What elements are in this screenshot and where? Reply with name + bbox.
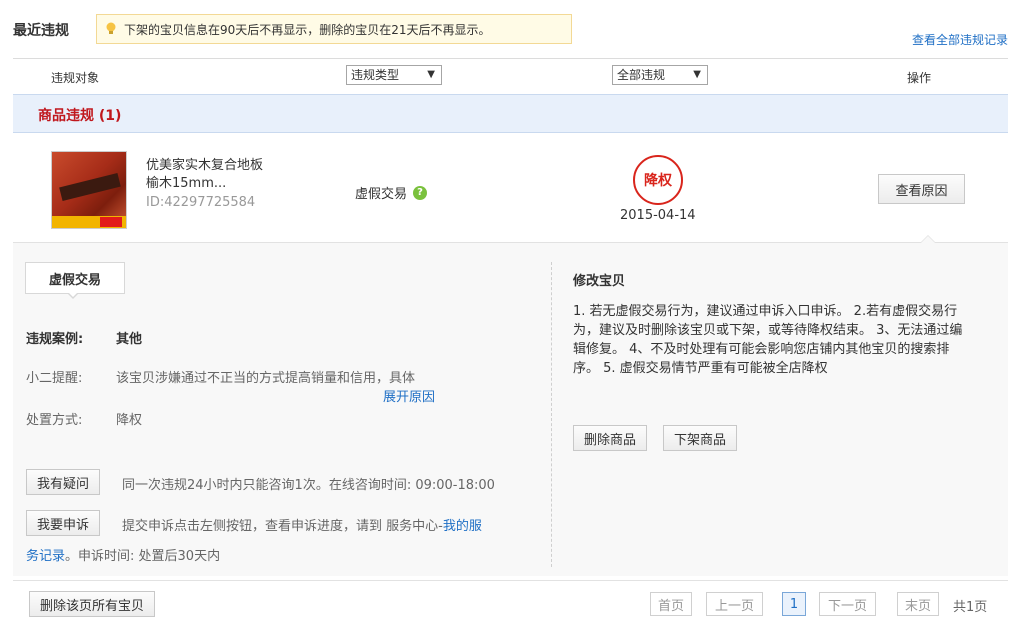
product-id: ID:42297725584 [146, 195, 256, 210]
dropdown-arrow-icon: ▼ [693, 69, 701, 80]
view-reason-button[interactable]: 查看原因 [878, 174, 965, 204]
expand-reason-link[interactable]: 展开原因 [383, 386, 435, 405]
notice-banner: 下架的宝贝信息在90天后不再显示，删除的宝贝在21天后不再显示。 [96, 14, 572, 44]
appeal-note-cont: 务记录。申诉时间: 处置后30天内 [26, 549, 221, 564]
dropdown-arrow-icon: ▼ [427, 69, 435, 80]
appeal-button[interactable]: 我要申诉 [26, 510, 101, 536]
delete-product-button[interactable]: 删除商品 [573, 425, 648, 451]
my-service-records-link[interactable]: 我的服 [443, 519, 482, 534]
delete-all-on-page-button[interactable]: 删除该页所有宝贝 [29, 591, 156, 617]
tip-text: 该宝贝涉嫌通过不正当的方式提高销量和信用，具体 [116, 371, 416, 386]
penalty-stamp: 降权 [633, 155, 683, 205]
product-thumbnail[interactable] [51, 151, 127, 229]
table-header: 违规对象 违规类型 ▼ 全部违规 ▼ 操作 [13, 58, 1008, 94]
violation-type-select[interactable]: 违规类型 ▼ [346, 65, 442, 85]
my-service-records-link-cont[interactable]: 务记录 [26, 549, 65, 564]
question-button[interactable]: 我有疑问 [26, 469, 101, 495]
notice-text: 下架的宝贝信息在90天后不再显示，删除的宝贝在21天后不再显示。 [124, 22, 491, 37]
table-footer: 删除该页所有宝贝 首页 上一页 1 下一页 末页 共1页 [13, 580, 1008, 624]
help-icon[interactable]: ? [413, 185, 428, 200]
case-value: 其他 [116, 332, 143, 347]
page-title: 最近违规 [13, 23, 69, 39]
tip-label: 小二提醒: [26, 371, 83, 386]
violation-tag: 虚假交易 [25, 262, 125, 294]
fix-title: 修改宝贝 [573, 274, 626, 289]
violation-date: 2015-04-14 [620, 208, 696, 223]
prev-page-button[interactable]: 上一页 [706, 592, 763, 616]
violation-type-text: 虚假交易 [355, 187, 408, 202]
question-note: 同一次违规24小时内只能咨询1次。在线咨询时间: 09:00-18:00 [122, 478, 495, 493]
category-band: 商品违规 (1) [13, 94, 1008, 133]
product-name[interactable]: 优美家实木复合地板 榆木15mm... [146, 157, 263, 193]
appeal-note: 提交申诉点击左侧按钮，查看申诉进度，请到 服务中心-我的服 [122, 519, 482, 534]
category-label: 商品违规 (1) [38, 108, 122, 124]
view-all-violations-link[interactable]: 查看全部违规记录 [912, 31, 1008, 48]
handling-label: 处置方式: [26, 413, 83, 428]
last-page-button[interactable]: 末页 [897, 592, 939, 616]
fix-instructions: 1. 若无虚假交易行为，建议通过申诉入口申诉。 2.若有虚假交易行为，建议及时删… [573, 304, 963, 376]
violation-filter-select[interactable]: 全部违规 ▼ [612, 65, 708, 85]
column-action: 操作 [907, 71, 932, 85]
violation-type-select-label: 违规类型 [351, 68, 400, 82]
first-page-button[interactable]: 首页 [650, 592, 692, 616]
handling-value: 降权 [116, 413, 143, 428]
case-label: 违规案例: [26, 332, 84, 347]
total-pages: 共1页 [953, 600, 988, 615]
violation-filter-select-label: 全部违规 [617, 68, 666, 82]
offshelf-product-button[interactable]: 下架商品 [663, 425, 738, 451]
violation-type: 虚假交易 ? [355, 183, 428, 202]
lightbulb-icon [106, 22, 116, 34]
column-object: 违规对象 [51, 71, 100, 85]
panel-divider [551, 262, 552, 567]
current-page-button[interactable]: 1 [782, 592, 806, 616]
next-page-button[interactable]: 下一页 [819, 592, 876, 616]
